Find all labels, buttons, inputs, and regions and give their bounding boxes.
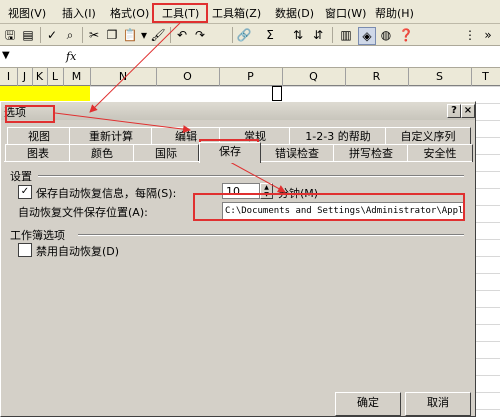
tab-view[interactable]: 视图 — [7, 127, 71, 145]
autorecover-minutes-input[interactable]: 10 — [222, 183, 260, 199]
tab-international[interactable]: 国际 — [133, 144, 199, 162]
minutes-spinner[interactable]: ▲ ▼ — [260, 183, 273, 199]
column-header[interactable]: I — [0, 68, 18, 86]
menu-view[interactable]: 视图(V) — [8, 5, 46, 21]
autorecover-path-input[interactable]: C:\Documents and Settings\Administrator\… — [222, 202, 464, 220]
toolbar-chevron-icon[interactable]: » — [480, 27, 496, 43]
autorecover-checkbox[interactable]: ✓ — [18, 185, 32, 199]
format-painter-icon[interactable]: 🖌 — [150, 27, 166, 43]
print-icon[interactable]: ▤ — [20, 27, 36, 43]
column-header[interactable]: J — [17, 68, 33, 86]
column-header[interactable]: Q — [282, 68, 346, 86]
tab-page-save: 设置 ✓ 保存自动恢复信息，每隔(S): 10 ▲ ▼ 分钟(M) 自动恢复文件保… — [4, 161, 472, 385]
chevron-down-icon[interactable]: ▾ — [140, 27, 148, 43]
settings-group-label: 设置 — [10, 170, 32, 183]
tab-color[interactable]: 颜色 — [69, 144, 135, 162]
menu-insert[interactable]: 插入(I) — [62, 5, 96, 21]
spelling-icon[interactable]: ✓ — [44, 27, 60, 43]
column-header[interactable]: T — [471, 68, 500, 86]
toolbar-options-icon[interactable]: ⋮ — [462, 27, 478, 43]
menu-bar: 视图(V) 插入(I) 格式(O) 工具(T) 工具箱(Z) 数据(D) 窗口(… — [0, 0, 500, 24]
menu-data[interactable]: 数据(D) — [275, 5, 314, 21]
paste-icon[interactable]: 📋 — [122, 27, 138, 43]
formula-input[interactable] — [84, 49, 498, 64]
chart-icon[interactable]: ▥ — [338, 27, 354, 43]
tab-save[interactable]: 保存 — [199, 142, 261, 163]
tab-recalculation[interactable]: 重新计算 — [69, 127, 153, 145]
tab-security[interactable]: 安全性 — [407, 144, 473, 162]
options-dialog: 选项 ? × 视图 重新计算 编辑 常规 1-2-3 的帮助 自定义序列 图表 … — [0, 101, 476, 417]
settings-divider — [38, 175, 464, 177]
column-header[interactable]: O — [156, 68, 220, 86]
save-icon[interactable]: 🖫 — [2, 27, 18, 43]
name-box-dropdown-icon[interactable]: ▼ — [2, 50, 10, 61]
minutes-label: 分钟(M) — [278, 187, 319, 200]
disable-autorecover-checkbox[interactable] — [18, 243, 32, 257]
redo-icon[interactable]: ↷ — [192, 27, 208, 43]
disable-autorecover-label: 禁用自动恢复(D) — [36, 245, 120, 258]
column-header[interactable]: R — [345, 68, 409, 86]
sort-ascending-icon[interactable]: ⇅ — [290, 27, 306, 43]
hyperlink-icon[interactable]: 🔗 — [236, 27, 252, 43]
toolbar: 🖫 ▤ ✓ ⌕ ✂ ❐ 📋 ▾ 🖌 ↶ ↷ 🔗 Σ ⇅ ⇵ ▥ ◈ ◍ ❓ ⋮ … — [0, 24, 500, 46]
autorecover-checkbox-label: 保存自动恢复信息，每隔(S): — [36, 187, 177, 200]
help-icon[interactable]: ❓ — [398, 27, 414, 43]
autorecover-path-label: 自动恢复文件保存位置(A): — [18, 206, 148, 219]
menu-format[interactable]: 格式(O) — [110, 5, 149, 21]
menu-toolbox[interactable]: 工具箱(Z) — [212, 5, 261, 21]
formula-bar: ▼ fx — [0, 46, 500, 68]
column-header[interactable]: L — [47, 68, 64, 86]
menu-tools[interactable]: 工具(T) — [162, 5, 199, 21]
tab-chart[interactable]: 图表 — [5, 144, 71, 162]
ok-button[interactable]: 确定 — [335, 392, 401, 416]
workbook-options-divider — [78, 234, 464, 236]
tab-custom-lists[interactable]: 自定义序列 — [385, 127, 471, 145]
copy-icon[interactable]: ❐ — [104, 27, 120, 43]
column-header[interactable]: P — [219, 68, 283, 86]
column-header[interactable]: M — [63, 68, 91, 86]
tab-lotus-help[interactable]: 1-2-3 的帮助 — [289, 127, 387, 145]
column-header[interactable]: S — [408, 68, 472, 86]
close-button[interactable]: × — [461, 104, 475, 118]
workbook-options-label: 工作簿选项 — [10, 229, 65, 242]
research-icon[interactable]: ⌕ — [62, 27, 78, 43]
column-header[interactable]: K — [32, 68, 48, 86]
column-header[interactable]: N — [90, 68, 157, 86]
fx-icon[interactable]: fx — [66, 50, 76, 63]
globe-icon[interactable]: ◍ — [378, 27, 394, 43]
undo-icon[interactable]: ↶ — [174, 27, 190, 43]
cancel-button[interactable]: 取消 — [405, 392, 471, 416]
sort-descending-icon[interactable]: ⇵ — [310, 27, 326, 43]
dialog-titlebar: 选项 ? × — [1, 102, 475, 120]
help-button[interactable]: ? — [447, 104, 461, 118]
dialog-title: 选项 — [4, 106, 26, 119]
tab-error-checking[interactable]: 错误检查 — [259, 144, 335, 162]
tab-spelling[interactable]: 拼写检查 — [333, 144, 409, 162]
highlighted-cells — [0, 86, 90, 101]
cell-cursor — [272, 86, 282, 101]
cut-icon[interactable]: ✂ — [86, 27, 102, 43]
menu-window[interactable]: 窗口(W) — [325, 5, 366, 21]
autosum-icon[interactable]: Σ — [262, 27, 278, 43]
drawing-icon[interactable]: ◈ — [358, 27, 376, 45]
menu-help[interactable]: 帮助(H) — [375, 5, 414, 21]
column-headers: I J K L M N O P Q R S T — [0, 68, 500, 86]
